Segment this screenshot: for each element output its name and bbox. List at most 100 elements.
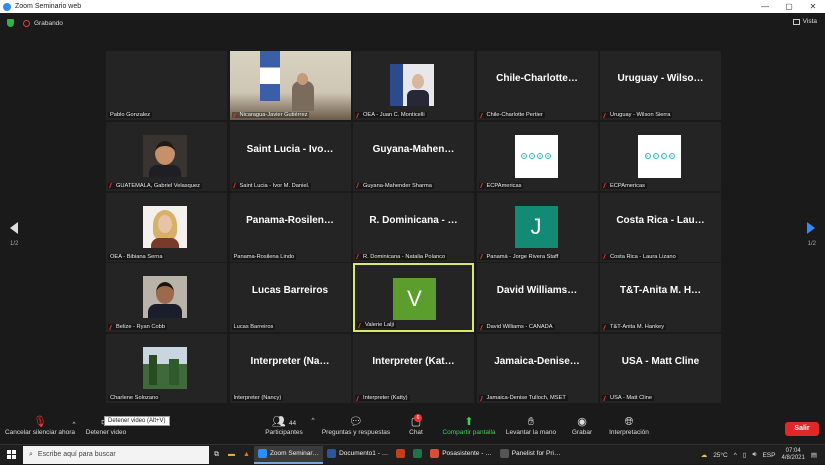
window-titlebar: Zoom Seminario web — ▢ ✕ — [0, 0, 825, 13]
participant-tile[interactable]: Nicaragua-Javier Gutiérrez — [229, 51, 351, 120]
app-icon — [430, 449, 440, 458]
participant-tile[interactable]: Charlene Solozano — [106, 334, 227, 403]
participant-avatar: V — [393, 278, 436, 321]
participant-name-label: Lucas Barreiros — [231, 324, 276, 331]
participant-name: GUATEMALA, Gabriel Velasquez — [116, 182, 200, 189]
taskbar-app[interactable]: Panelist for Pri… — [496, 446, 565, 464]
app-icon — [396, 449, 406, 458]
minimize-button[interactable]: — — [753, 0, 777, 13]
search-icon: ⌕ — [29, 450, 33, 458]
language-indicator[interactable]: ESP — [762, 452, 775, 459]
participant-name-label: USA - Matt Cline — [602, 395, 655, 401]
participant-name-label: T&T-Anita M. Hankey — [602, 324, 667, 331]
taskbar-clock[interactable]: 07:04 4/8/2021 — [781, 448, 804, 462]
participant-name-label: Charlene Solozano — [108, 395, 161, 401]
participant-name-label: Nicaragua-Javier Gutiérrez — [231, 112, 310, 118]
network-icon[interactable]: ▯ — [743, 451, 747, 459]
task-view-icon[interactable]: ⧉ — [214, 451, 219, 459]
app-icon — [413, 449, 423, 458]
participant-tile[interactable]: Costa Rica - Lau… Costa Rica - Laura Liza… — [600, 192, 721, 262]
unmute-button[interactable]: 🎙︎ Cancelar silenciar ahora — [4, 415, 76, 436]
participant-tile[interactable]: V Valerie Lalji — [353, 263, 474, 333]
participant-tile[interactable]: R. Dominicana - … R. Dominicana - Natalia… — [353, 192, 474, 262]
taskbar-app[interactable] — [392, 446, 409, 464]
muted-mic-icon — [356, 112, 362, 118]
participant-name: T&T-Anita M. Hankey — [610, 324, 665, 331]
participant-tile[interactable]: Uruguay - Wilso… Uruguay - Wilson Sierra — [600, 51, 721, 120]
notifications-icon[interactable]: ▤ — [811, 451, 817, 459]
zoom-logo-icon — [3, 2, 11, 11]
raise-hand-button[interactable]: ✋︎ Levantar la mano — [503, 415, 559, 436]
participant-name: Pablo Gonzalez — [110, 112, 151, 118]
participants-button[interactable]: 👥︎ 44 Participantes — [258, 415, 310, 436]
participant-tile[interactable]: Lucas Barreiros Lucas Barreiros — [229, 263, 351, 333]
participant-tile[interactable]: J Panamá - Jorge Rivera Staff — [476, 192, 598, 262]
participant-tile[interactable]: Saint Lucia - Ivo… Saint Lucia - Ivor M. … — [229, 121, 351, 191]
ecpa-logo: ecpa — [638, 134, 681, 178]
weather-icon: ☁︎ — [700, 452, 708, 459]
participant-name-label: GUATEMALA, Gabriel Velasquez — [108, 182, 202, 189]
participant-name: Saint Lucia - Ivor M. Daniel. — [239, 182, 310, 189]
record-button[interactable]: ◉ Grabar — [568, 415, 596, 436]
share-screen-icon: ⬆︎ — [464, 416, 474, 428]
participant-tile[interactable]: Panama-Rosilen… Panama-Rosilena Lindo — [229, 192, 351, 262]
leave-button[interactable]: Salir — [785, 422, 819, 436]
taskbar-app-label: Documento1 - … — [339, 450, 389, 457]
audio-options-chevron-icon[interactable]: ^ — [70, 421, 78, 428]
volume-icon[interactable]: 🔊︎ — [752, 451, 756, 459]
participant-tile[interactable]: David Williams… David Williams - CANADA — [476, 263, 598, 333]
previous-page-icon[interactable] — [10, 222, 18, 234]
share-screen-button[interactable]: ⬆︎ Compartir pantalla — [440, 415, 498, 436]
maximize-button[interactable]: ▢ — [777, 0, 801, 13]
participant-tile[interactable]: e c p a ECPAmericas — [476, 121, 598, 191]
participant-tile[interactable]: Belize - Ryan Cobb — [106, 263, 227, 333]
meeting-status-bar: Grabando Vista — [0, 13, 825, 33]
participant-tile[interactable]: e c p a ECPAmericas — [600, 121, 721, 191]
participant-tile[interactable]: Guyana-Mahen… Guyana-Mahender Sharma — [353, 121, 474, 191]
record-icon: ◉ — [577, 416, 587, 428]
participant-name-label: Panama-Rosilena Lindo — [231, 253, 297, 260]
participant-tile[interactable]: Interpreter (Kat… Interpreter (Katty) — [353, 334, 474, 403]
participant-tile[interactable]: Interpreter (Na… Interpreter (Nancy) — [229, 334, 351, 403]
tray-expand-icon[interactable]: ^ — [734, 452, 737, 459]
taskbar-app[interactable]: Documento1 - … — [323, 446, 392, 464]
participant-name: ECPAmericas — [610, 182, 645, 189]
participant-tile[interactable]: Pablo Gonzalez — [106, 51, 227, 120]
file-explorer-icon[interactable]: ▬ — [228, 451, 235, 458]
page-indicator-right: 1/2 — [807, 241, 816, 247]
close-button[interactable]: ✕ — [801, 0, 825, 13]
taskbar-app[interactable]: Posasistente - … — [426, 446, 496, 464]
muted-mic-icon — [603, 112, 609, 118]
participant-tile[interactable]: USA - Matt Cline USA - Matt Cline — [600, 334, 721, 403]
view-label: Vista — [802, 18, 817, 25]
windows-start-icon[interactable] — [7, 450, 16, 459]
taskbar-app[interactable] — [409, 446, 426, 464]
vlc-icon[interactable]: ▲ — [243, 451, 250, 458]
taskbar-app-label: Posasistente - … — [442, 450, 492, 457]
view-button[interactable]: Vista — [792, 18, 817, 25]
shield-icon[interactable] — [7, 19, 14, 27]
chat-button[interactable]: ▢ 6 Chat — [404, 414, 428, 436]
taskbar-search-placeholder: Escribe aquí para buscar — [37, 451, 116, 458]
participant-tile[interactable]: Jamaica-Denise… Jamaica-Denise Tulloch, M… — [476, 334, 598, 403]
participant-tile[interactable]: GUATEMALA, Gabriel Velasquez — [106, 121, 227, 191]
record-label: Grabar — [571, 429, 593, 436]
participant-name-display: Lucas Barreiros — [251, 285, 329, 297]
participant-tile[interactable]: Chile-Charlotte… Chile-Charlotte Pertier — [476, 51, 598, 120]
participant-tile[interactable]: T&T-Anita M. H… T&T-Anita M. Hankey — [600, 263, 721, 333]
next-page-icon[interactable] — [807, 222, 815, 234]
participant-tile[interactable]: OEA - Bibiana Serna — [106, 192, 227, 262]
taskbar-app[interactable]: Zoom Seminar… — [253, 445, 324, 464]
participant-name-display: Interpreter (Na… — [250, 356, 330, 367]
taskbar-search-box[interactable]: ⌕ Escribe aquí para buscar — [23, 445, 209, 464]
participant-name: USA - Matt Cline — [610, 395, 653, 401]
participant-name: David Williams - CANADA — [486, 324, 553, 331]
qa-button[interactable]: 💬︎ Preguntas y respuestas — [320, 415, 392, 436]
muted-mic-icon — [232, 112, 239, 118]
participants-chevron-icon[interactable]: ^ — [309, 417, 317, 424]
muted-mic-icon — [603, 324, 609, 330]
participant-name: OEA - Juan C. Monticelli — [363, 112, 425, 118]
interpretation-button[interactable]: 🌐︎ Interpretación — [604, 415, 654, 436]
participant-tile[interactable]: OEA - Juan C. Monticelli — [353, 51, 474, 120]
participant-name: R. Dominicana - Natalia Polanco — [363, 253, 446, 260]
